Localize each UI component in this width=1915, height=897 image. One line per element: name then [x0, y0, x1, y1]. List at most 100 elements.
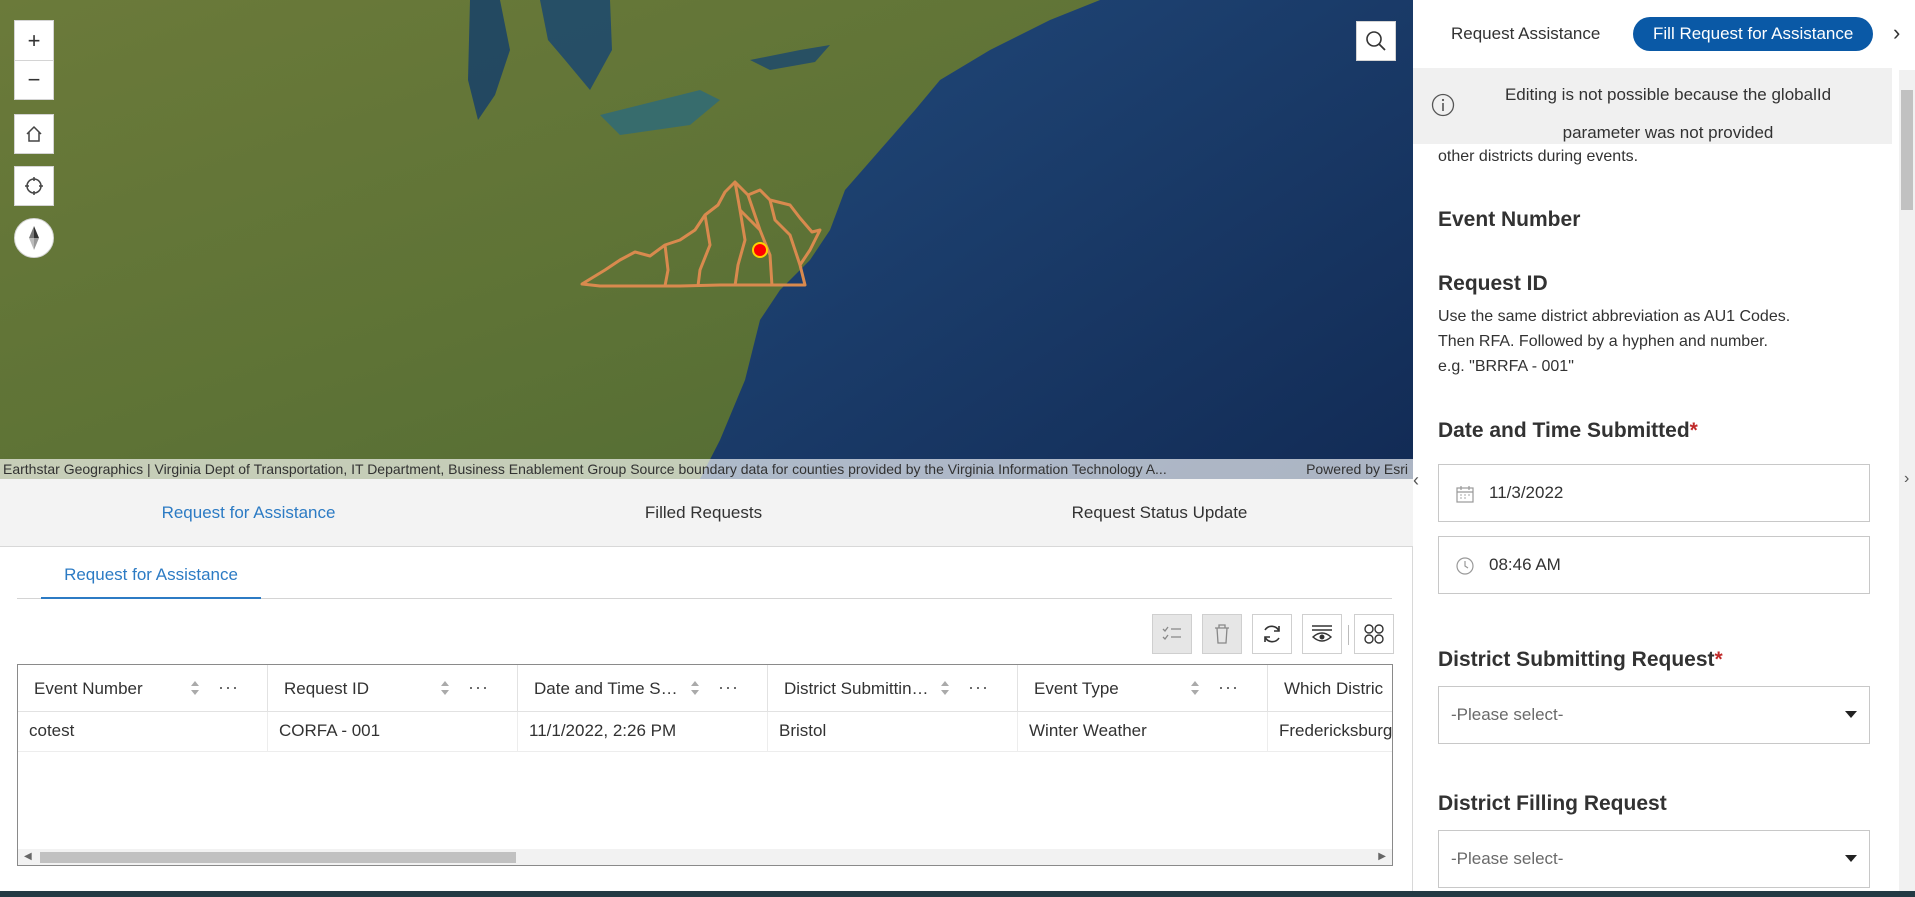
column-label: Event Type: [1034, 679, 1119, 698]
tab-request-status-update[interactable]: Request Status Update: [911, 479, 1408, 547]
satellite-basemap: [0, 0, 1413, 479]
table-tab-bar: Request for Assistance: [17, 559, 1392, 599]
zoom-in-icon: +: [27, 27, 41, 53]
column-menu-icon[interactable]: ···: [968, 677, 989, 698]
chevron-down-icon: [1845, 711, 1857, 718]
clock-icon: [1456, 557, 1474, 575]
tab-fill-request-for-assistance[interactable]: Fill Request for Assistance: [1633, 17, 1874, 51]
show-selected-button[interactable]: [1152, 614, 1192, 654]
column-menu-icon[interactable]: ···: [718, 677, 739, 698]
scroll-left-icon[interactable]: ◀: [24, 851, 32, 862]
table-row[interactable]: cotest CORFA - 001 11/1/2022, 2:26 PM Br…: [18, 712, 1392, 752]
eye-icon: [1311, 625, 1333, 642]
time-value: 08:46 AM: [1489, 555, 1561, 574]
request-id-help: e.g. "BRRFA - 001": [1438, 358, 1574, 375]
tab-request-assistance[interactable]: Request Assistance: [1451, 17, 1600, 51]
form-side-panel: Request Assistance Fill Request for Assi…: [1413, 0, 1902, 897]
map-search-button[interactable]: [1356, 21, 1396, 61]
map-view[interactable]: + − Earthstar Geographics | Virginia Dep…: [0, 0, 1413, 479]
column-header-district-submitting[interactable]: District Submitting... ···: [768, 665, 1018, 712]
column-label: Which Distric: [1284, 679, 1384, 698]
column-menu-icon[interactable]: ···: [218, 677, 239, 698]
request-id-label: Request ID: [1438, 272, 1548, 295]
collapse-panel-icon[interactable]: ‹: [1413, 470, 1425, 494]
show-hide-columns-button[interactable]: [1302, 614, 1342, 654]
expand-panel-icon[interactable]: ›: [1904, 470, 1909, 488]
column-header-which-district[interactable]: Which Distric: [1268, 665, 1392, 712]
time-input[interactable]: 08:46 AM: [1438, 536, 1870, 594]
request-id-help: Then RFA. Followed by a hyphen and numbe…: [1438, 333, 1768, 350]
checklist-icon: [1162, 626, 1181, 640]
district-submitting-label-text: District Submitting Request: [1438, 648, 1715, 671]
zoom-out-icon: −: [27, 67, 41, 92]
powered-by-esri[interactable]: Powered by Esri: [1306, 459, 1408, 479]
taskbar-strip: [0, 891, 1915, 897]
notice-text: Editing is not possible because the glob…: [1463, 76, 1873, 152]
layout-options-button[interactable]: [1354, 614, 1394, 654]
sort-icon[interactable]: [190, 680, 200, 696]
grid-icon: [1364, 624, 1384, 644]
cell-event-number: cotest: [18, 712, 268, 752]
district-submitting-select[interactable]: -Please select-: [1438, 686, 1870, 744]
calendar-icon: [1456, 486, 1474, 503]
request-form: other districts during events. Event Num…: [1413, 144, 1892, 897]
district-submitting-label: District Submitting Request*: [1438, 648, 1723, 672]
search-icon: [1366, 31, 1386, 51]
scroll-right-icon[interactable]: ▶: [1378, 851, 1386, 862]
map-attribution: Earthstar Geographics | Virginia Dept of…: [0, 459, 1413, 479]
home-button[interactable]: [14, 114, 54, 154]
refresh-button[interactable]: [1252, 614, 1292, 654]
tab-request-for-assistance[interactable]: Request for Assistance: [0, 479, 497, 547]
column-menu-icon[interactable]: ···: [468, 677, 489, 698]
tab-filled-requests[interactable]: Filled Requests: [455, 479, 952, 547]
column-menu-icon[interactable]: ···: [1218, 677, 1239, 698]
column-label: Request ID: [284, 679, 370, 698]
attribute-table: Event Number ··· Request ID ··· Date and…: [17, 664, 1393, 866]
zoom-out-button[interactable]: −: [14, 60, 54, 100]
column-label: Event Number: [34, 679, 143, 698]
table-header: Event Number ··· Request ID ··· Date and…: [18, 665, 1392, 712]
district-filling-select[interactable]: -Please select-: [1438, 830, 1870, 888]
table-tab-request-for-assistance[interactable]: Request for Assistance: [41, 559, 261, 599]
scrollbar-thumb[interactable]: [40, 852, 516, 863]
column-header-request-id[interactable]: Request ID ···: [268, 665, 518, 712]
locate-icon: [25, 177, 43, 195]
notice-line: Editing is not possible because the glob…: [1504, 85, 1832, 104]
zoom-in-button[interactable]: +: [14, 20, 54, 60]
sort-icon[interactable]: [690, 680, 700, 696]
sort-icon[interactable]: [940, 680, 950, 696]
request-id-help: Use the same district abbreviation as AU…: [1438, 308, 1791, 325]
column-header-event-number[interactable]: Event Number ···: [18, 665, 268, 712]
district-filling-value: -Please select-: [1451, 849, 1564, 868]
column-header-date-time[interactable]: Date and Time Su... ···: [518, 665, 768, 712]
editing-notice: Editing is not possible because the glob…: [1413, 68, 1892, 144]
info-icon: [1431, 93, 1455, 117]
table-horizontal-scrollbar[interactable]: ◀ ▶: [18, 849, 1392, 865]
required-marker: *: [1714, 648, 1723, 671]
cell-date-time: 11/1/2022, 2:26 PM: [518, 712, 768, 752]
chevron-right-icon[interactable]: ›: [1893, 20, 1900, 46]
date-input[interactable]: 11/3/2022: [1438, 464, 1870, 522]
district-filling-label: District Filling Request: [1438, 792, 1667, 815]
sort-icon[interactable]: [1190, 680, 1200, 696]
trash-icon: [1215, 624, 1229, 644]
compass-icon: [29, 226, 39, 250]
sort-icon[interactable]: [440, 680, 450, 696]
date-time-label-text: Date and Time Submitted: [1438, 419, 1690, 442]
event-number-label: Event Number: [1438, 208, 1581, 231]
column-label: Date and Time Su...: [534, 679, 684, 698]
scrollbar-thumb[interactable]: [1901, 90, 1913, 210]
event-location-marker[interactable]: [752, 242, 768, 258]
chevron-down-icon: [1845, 855, 1857, 862]
district-submitting-value: -Please select-: [1451, 705, 1564, 724]
home-icon: [26, 125, 42, 142]
description-text: other districts during events.: [1438, 148, 1639, 165]
locate-button[interactable]: [14, 166, 54, 206]
table-panel: Request for Assistance Event Number ···: [0, 547, 1413, 897]
delete-button[interactable]: [1202, 614, 1242, 654]
toolbar-divider: [1348, 625, 1349, 645]
column-header-event-type[interactable]: Event Type ···: [1018, 665, 1268, 712]
app-root: + − Earthstar Geographics | Virginia Dep…: [0, 0, 1915, 897]
date-value: 11/3/2022: [1489, 483, 1564, 502]
compass-button[interactable]: [14, 218, 54, 258]
